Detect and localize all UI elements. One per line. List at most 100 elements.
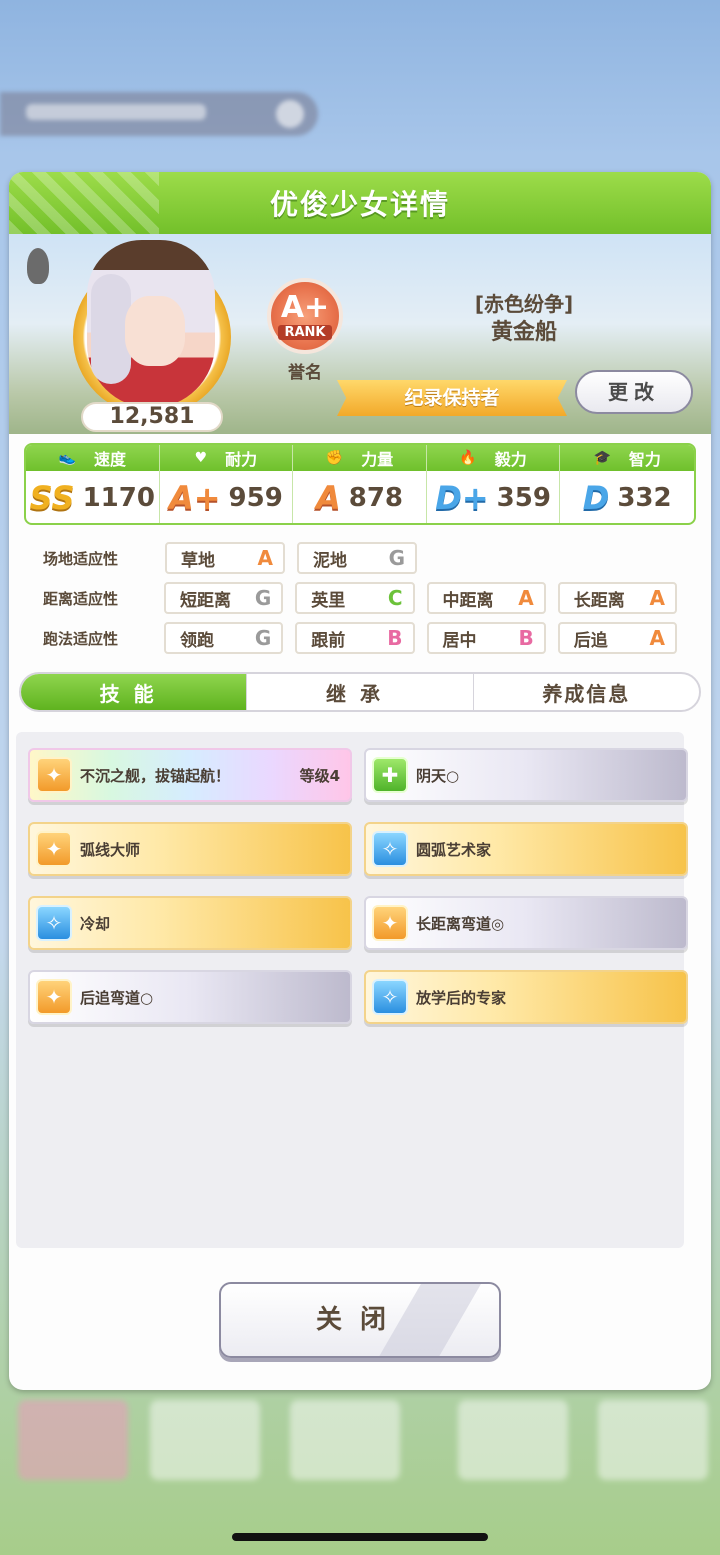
- stat-value: 332: [617, 483, 672, 513]
- skill-item[interactable]: ✧ 放学后的专家: [364, 970, 688, 1024]
- stat-label: 毅力: [494, 450, 527, 469]
- aptitude-turf: 草地 A: [165, 542, 285, 574]
- banner-button-blurred: [276, 100, 304, 128]
- stat-stamina: ♥ 耐力 A+ 959: [159, 445, 294, 523]
- rank-grade: A+: [280, 289, 330, 325]
- stat-grade: D: [582, 479, 610, 517]
- nav-item-blurred: [290, 1400, 400, 1480]
- stat-label: 速度: [94, 450, 127, 469]
- muscle-icon: ✊: [325, 450, 344, 466]
- panel-header: 优俊少女详情: [9, 172, 711, 234]
- change-title-button[interactable]: 更改: [575, 370, 693, 414]
- speed-skill-icon: ✦: [36, 831, 72, 867]
- character-portrait[interactable]: [87, 240, 215, 408]
- heal-skill-icon: ✚: [372, 757, 408, 793]
- speed-skill-icon: ✦: [36, 757, 72, 793]
- aptitude-pace-chaser: 跟前 B: [295, 622, 415, 654]
- aptitude-long: 长距离 A: [557, 582, 677, 614]
- rank-badge: A+ RANK: [267, 278, 343, 354]
- header-pattern: [9, 172, 159, 234]
- aptitude-medium: 中距离 A: [426, 582, 546, 614]
- stat-grade: A+: [168, 479, 221, 517]
- aptitude-dirt: 泥地 G: [297, 542, 417, 574]
- nav-item-blurred: [598, 1400, 708, 1480]
- stat-grade: D+: [435, 479, 489, 517]
- recover-skill-icon: ✧: [372, 831, 408, 867]
- skill-name: 放学后的专家: [416, 988, 507, 1007]
- aptitude-label: 场地适应性: [43, 549, 119, 568]
- nav-item-blurred: [458, 1400, 568, 1480]
- stat-speed: 👟 速度 SS 1170: [26, 445, 160, 523]
- shoe-icon: 👟: [58, 450, 76, 466]
- tab-skills[interactable]: 技能: [21, 674, 248, 710]
- tab-training-info[interactable]: 养成信息: [474, 674, 699, 710]
- banner-text-blurred: [26, 104, 206, 120]
- nav-item-blurred: [18, 1400, 128, 1480]
- character-name: 黄金船: [490, 320, 557, 345]
- close-button[interactable]: 关闭: [219, 1282, 501, 1358]
- aptitude-grade: B: [387, 626, 403, 650]
- skill-item[interactable]: ✦ 弧线大师: [28, 822, 352, 876]
- home-indicator[interactable]: [232, 1533, 488, 1541]
- evaluation-score: 12,581: [81, 402, 223, 432]
- aptitude-grade: A: [518, 586, 534, 610]
- rank-word: RANK: [278, 324, 332, 340]
- skill-name: 冷却: [80, 914, 111, 933]
- aptitude-label: 跑法适应性: [43, 629, 119, 648]
- skill-level: 等级4: [299, 766, 340, 785]
- aptitude-mile: 英里 C: [295, 582, 415, 614]
- aptitude-late-surger: 居中 B: [426, 622, 546, 654]
- rank-label: 誉名: [288, 363, 322, 383]
- aptitude-grade: A: [649, 586, 665, 610]
- character-hero: 12,581 A+ RANK 誉名 [赤色纷争] 黄金船 纪录保持者 更改: [9, 234, 711, 434]
- aptitude-grade: G: [254, 586, 272, 610]
- graduation-cap-icon: 🎓: [593, 450, 611, 466]
- stat-value: 1170: [82, 483, 155, 513]
- skill-item[interactable]: ✦ 不沉之舰，拔锚起航！ 等级4: [28, 748, 352, 802]
- panel-title: 优俊少女详情: [269, 188, 450, 221]
- portrait-face: [125, 296, 185, 366]
- character-title: [赤色纷争]: [474, 292, 574, 316]
- stat-power: ✊ 力量 A 878: [293, 445, 427, 523]
- stat-value: 959: [228, 483, 283, 513]
- skill-item[interactable]: ✦ 长距离弯道◎: [364, 896, 688, 950]
- skill-name: 阴天○: [416, 766, 460, 785]
- aptitude-grade: A: [257, 546, 273, 570]
- umamusume-detail-panel: 优俊少女详情 12,581 A+ RANK 誉名 [赤色纷争] 黄金船 纪录保持…: [9, 172, 711, 1390]
- aptitude-label: 距离适应性: [43, 589, 119, 608]
- stat-wisdom: 🎓 智力 D 332: [560, 445, 694, 523]
- speed-skill-icon: ✦: [36, 979, 72, 1015]
- skill-name: 后追弯道○: [80, 988, 154, 1007]
- stat-guts: 🔥 毅力 D+ 359: [426, 445, 561, 523]
- stat-label: 力量: [361, 450, 394, 469]
- skill-item[interactable]: ✧ 冷却: [28, 896, 352, 950]
- aptitude-grade: G: [388, 546, 405, 570]
- skills-list: ✦ 不沉之舰，拔锚起航！ 等级4 ✚ 阴天○ ✦ 弧线大师 ✧ 圆弧艺术家 ✧ …: [16, 732, 688, 1248]
- aptitude-grade: B: [518, 626, 534, 650]
- skill-item[interactable]: ✧ 圆弧艺术家: [364, 822, 688, 876]
- carrot-icon: [27, 248, 49, 284]
- tab-inheritance[interactable]: 继承: [247, 674, 474, 710]
- stat-grade: A: [315, 479, 341, 517]
- skill-item[interactable]: ✚ 阴天○: [364, 748, 688, 802]
- aptitude-grade: C: [387, 586, 403, 610]
- track-aptitude-row: 场地适应性 草地 A 泥地 G: [29, 538, 689, 578]
- style-aptitude-row: 跑法适应性 领跑 G 跟前 B 居中 B 后追 A: [29, 618, 689, 658]
- aptitude-end-closer: 后追 A: [557, 622, 677, 654]
- background-banner: [0, 92, 318, 136]
- detail-tabs: 技能 继承 养成信息: [19, 672, 701, 712]
- nav-item-blurred: [150, 1400, 260, 1480]
- skill-item[interactable]: ✦ 后追弯道○: [28, 970, 352, 1024]
- aptitude-sprint: 短距离 G: [164, 582, 284, 614]
- skill-name: 圆弧艺术家: [416, 840, 492, 859]
- stat-label: 耐力: [225, 450, 258, 469]
- skill-name: 不沉之舰，拔锚起航！: [80, 766, 231, 785]
- recover-skill-icon: ✧: [36, 905, 72, 941]
- aptitude-section: 场地适应性 草地 A 泥地 G 距离适应性 短距离 G 英里 C 中距离 A 长距离 A 跑…: [29, 538, 689, 658]
- stat-value: 878: [348, 483, 404, 513]
- aptitude-front-runner: 领跑 G: [164, 622, 284, 654]
- stat-grade: SS: [29, 479, 75, 517]
- recover-skill-icon: ✧: [372, 979, 408, 1015]
- flame-icon: 🔥: [459, 450, 477, 466]
- stats-table: 👟 速度 SS 1170 ♥ 耐力 A+ 959 ✊ 力量 A 878 🔥 毅力 D+ 359 …: [24, 443, 696, 525]
